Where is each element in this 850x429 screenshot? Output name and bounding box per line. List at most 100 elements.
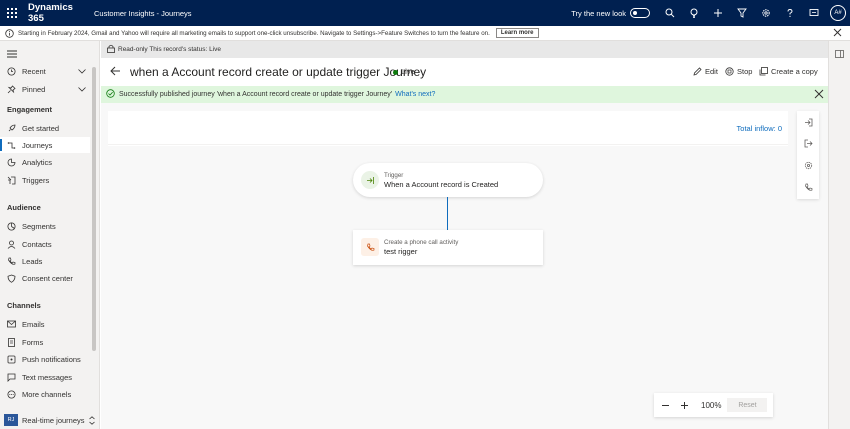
trigger-tile[interactable]: Trigger When a Account record is Created <box>353 163 543 197</box>
shield-icon <box>0 274 22 283</box>
stop-button[interactable]: Stop <box>725 67 752 76</box>
sidebar-scrollbar[interactable] <box>92 67 96 351</box>
side-pane-icon[interactable] <box>835 50 844 58</box>
sidebar-item-label: Segments <box>22 221 56 231</box>
reset-button[interactable]: Reset <box>727 398 768 412</box>
phone-icon <box>0 257 22 266</box>
sidebar-item-get-started[interactable]: Get started <box>0 120 90 136</box>
sidebar-item-label: Push notifications <box>22 354 81 364</box>
hamburger-menu-icon[interactable] <box>7 50 17 60</box>
sidebar-item-contacts[interactable]: Contacts <box>0 236 90 252</box>
sidebar-item-label: Pinned <box>22 84 46 94</box>
sidebar-item-more-channels[interactable]: More channels <box>0 386 90 402</box>
sign-out-icon[interactable] <box>801 136 815 150</box>
whats-next-link[interactable]: What's next? <box>395 91 435 98</box>
area-badge: RJ <box>4 414 18 426</box>
app-name[interactable]: Customer Insights - Journeys <box>94 9 192 18</box>
trigger-icon <box>361 171 379 189</box>
chevron-down-icon[interactable] <box>78 67 86 76</box>
success-banner: Successfully published journey 'when a A… <box>101 86 828 103</box>
nav-group-audience: Audience <box>7 203 41 212</box>
sidebar-item-text-messages[interactable]: Text messages <box>0 369 90 385</box>
chat-icon[interactable] <box>802 0 826 26</box>
push-notification-icon <box>0 355 22 364</box>
close-icon[interactable] <box>833 28 842 39</box>
try-new-look-label: Try the new look <box>571 8 626 18</box>
action-text: test rigger <box>384 247 418 256</box>
sidebar-item-recent[interactable]: Recent <box>0 63 90 79</box>
gear-icon[interactable] <box>754 0 778 26</box>
zoom-level: 100% <box>701 400 722 410</box>
trigger-icon <box>0 176 22 185</box>
sidebar-item-label: Emails <box>22 319 45 329</box>
zoom-in-button[interactable] <box>676 397 692 413</box>
sidebar-item-push-notifications[interactable]: Push notifications <box>0 351 90 367</box>
learn-more-button[interactable]: Learn more <box>495 28 539 38</box>
app-launcher-icon[interactable] <box>0 0 24 26</box>
sidebar-item-emails[interactable]: Emails <box>0 316 90 332</box>
chevron-up-down-icon[interactable] <box>88 415 95 425</box>
sidebar: Recent Pinned Engagement Get started Jou… <box>0 41 100 429</box>
sidebar-item-pinned[interactable]: Pinned <box>0 81 90 97</box>
phone-icon <box>361 238 379 256</box>
nav-group-engagement: Engagement <box>7 105 53 114</box>
create-copy-button[interactable]: Create a copy <box>759 67 818 76</box>
back-arrow-icon[interactable] <box>110 66 121 78</box>
chevron-down-icon[interactable] <box>78 85 86 94</box>
sidebar-item-label: Leads <box>22 256 43 266</box>
lock-icon <box>107 44 115 55</box>
sidebar-item-journeys[interactable]: Journeys <box>0 137 90 153</box>
close-icon[interactable] <box>814 89 824 101</box>
clock-icon <box>0 67 22 76</box>
filter-icon[interactable] <box>730 0 754 26</box>
zoom-controls: 100% Reset <box>654 393 773 417</box>
side-pane-rail <box>828 41 850 429</box>
readonly-text: Read-only This record's status: Live <box>118 46 222 53</box>
new-look-toggle[interactable] <box>630 8 650 18</box>
sidebar-item-label: Recent <box>22 66 46 76</box>
trigger-text: When a Account record is Created <box>384 180 499 189</box>
plus-icon[interactable] <box>706 0 730 26</box>
stop-icon <box>725 67 734 76</box>
sign-in-icon[interactable] <box>801 115 815 129</box>
form-icon <box>0 337 22 347</box>
notification-text: Starting in February 2024, Gmail and Yah… <box>18 29 490 37</box>
more-channels-icon <box>0 390 22 399</box>
total-inflow[interactable]: Total inflow: 0 <box>737 124 782 133</box>
search-icon[interactable] <box>658 0 682 26</box>
person-icon <box>0 240 22 249</box>
pin-icon <box>0 84 22 94</box>
journey-canvas[interactable]: Total inflow: 0 Trigger When a Account r… <box>108 111 788 429</box>
sidebar-item-label: More channels <box>22 389 72 399</box>
checkmark-icon <box>106 89 115 100</box>
sidebar-item-consent-center[interactable]: Consent center <box>0 270 90 286</box>
sidebar-item-triggers[interactable]: Triggers <box>0 172 90 188</box>
edit-button[interactable]: Edit <box>693 67 718 76</box>
zoom-out-button[interactable] <box>657 397 673 413</box>
sidebar-item-label: Text messages <box>22 372 73 382</box>
sidebar-item-forms[interactable]: Forms <box>0 334 90 350</box>
sidebar-item-analytics[interactable]: Analytics <box>0 154 90 170</box>
brand-title[interactable]: Dynamics 365 <box>28 2 90 24</box>
info-icon <box>5 28 14 38</box>
record-header: when a Account record create or update t… <box>101 58 828 86</box>
area-switcher[interactable]: RJ Real-time journeys <box>0 411 100 429</box>
action-label: Create a phone call activity <box>384 239 459 246</box>
readonly-banner: Read-only This record's status: Live <box>101 41 828 58</box>
lightbulb-icon[interactable] <box>682 0 706 26</box>
help-icon[interactable] <box>778 0 802 26</box>
avatar[interactable]: A# <box>830 5 846 21</box>
sidebar-item-label: Contacts <box>22 239 52 249</box>
message-icon <box>0 373 22 382</box>
segments-icon <box>0 222 22 231</box>
sidebar-item-label: Consent center <box>22 273 73 283</box>
sidebar-item-leads[interactable]: Leads <box>0 253 90 269</box>
stop-label: Stop <box>737 67 753 76</box>
phone-icon[interactable] <box>801 180 815 194</box>
sidebar-item-segments[interactable]: Segments <box>0 218 90 234</box>
status-badge: Live <box>401 67 415 76</box>
action-tile[interactable]: Create a phone call activity test rigger <box>353 230 543 265</box>
nav-group-channels: Channels <box>7 301 41 310</box>
settings-icon[interactable] <box>801 158 815 172</box>
edit-label: Edit <box>705 67 718 76</box>
